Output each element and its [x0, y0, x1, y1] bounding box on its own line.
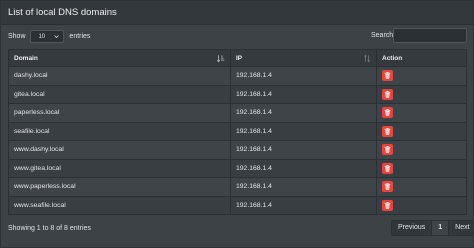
- entries-per-page-value: 10: [38, 34, 46, 40]
- column-header-action: Action: [376, 49, 467, 67]
- card-header: List of local DNS domains: [1, 1, 473, 25]
- dns-domains-table: Domain IP Action dashy.local 192.168.1.4…: [8, 49, 467, 215]
- delete-button[interactable]: [382, 107, 393, 119]
- trash-icon: [384, 127, 391, 135]
- action-cell: [376, 121, 467, 141]
- table-row: www.paperless.local 192.168.1.4: [8, 177, 467, 197]
- pagination-page-current[interactable]: 1: [431, 221, 450, 235]
- domain-cell: seafile.local: [8, 121, 231, 141]
- ip-cell: 192.168.1.4: [230, 177, 377, 197]
- length-prefix: Show: [8, 32, 26, 40]
- trash-icon: [384, 72, 391, 79]
- delete-button[interactable]: [382, 162, 393, 174]
- trash-icon: [384, 90, 391, 98]
- table-row: seafile.local 192.168.1.4: [8, 121, 467, 141]
- card-title: List of local DNS domains: [8, 7, 117, 18]
- trash-icon: [384, 183, 391, 190]
- domain-cell: dashy.local: [8, 66, 231, 86]
- delete-button[interactable]: [382, 181, 393, 193]
- trash-icon: [384, 164, 391, 172]
- chevron-down-icon: [54, 35, 60, 39]
- delete-button[interactable]: [382, 70, 393, 82]
- trash-icon: [384, 201, 391, 209]
- column-header-ip[interactable]: IP: [230, 49, 377, 67]
- sort-ascending-icon: [217, 55, 225, 63]
- ip-cell: 192.168.1.4: [230, 140, 377, 160]
- domain-cell: www.paperless.local: [8, 177, 231, 197]
- domain-cell: www.seafile.local: [8, 195, 231, 215]
- table-info: Showing 1 to 8 of 8 entries: [8, 225, 91, 232]
- domain-cell: www.gitea.local: [8, 158, 231, 178]
- action-cell: [376, 195, 467, 215]
- ip-cell: 192.168.1.4: [230, 84, 377, 104]
- table-row: www.gitea.local 192.168.1.4: [8, 158, 467, 178]
- domain-cell: paperless.local: [8, 103, 231, 123]
- column-header-domain[interactable]: Domain: [8, 49, 231, 67]
- sort-icon: [364, 54, 370, 63]
- length-control: Show 10 entries: [8, 30, 91, 43]
- pagination-next[interactable]: Next: [449, 221, 474, 235]
- pagination: Previous 1 Next: [391, 220, 474, 236]
- dns-domains-card: List of local DNS domains Show 10 entrie…: [0, 0, 474, 248]
- action-cell: [376, 140, 467, 160]
- table-row: www.dashy.local 192.168.1.4: [8, 140, 467, 160]
- trash-icon: [384, 146, 391, 153]
- search-input[interactable]: [393, 28, 467, 43]
- table-header-row: Domain IP Action: [8, 49, 467, 67]
- pagination-previous[interactable]: Previous: [392, 221, 431, 235]
- ip-cell: 192.168.1.4: [230, 158, 377, 178]
- ip-cell: 192.168.1.4: [230, 66, 377, 86]
- delete-button[interactable]: [382, 125, 393, 137]
- table-row: www.seafile.local 192.168.1.4: [8, 195, 467, 215]
- ip-cell: 192.168.1.4: [230, 195, 377, 215]
- action-cell: [376, 84, 467, 104]
- delete-button[interactable]: [382, 199, 393, 211]
- ip-cell: 192.168.1.4: [230, 121, 377, 141]
- delete-button[interactable]: [382, 144, 393, 156]
- table-row: dashy.local 192.168.1.4: [8, 66, 467, 86]
- length-suffix: entries: [69, 32, 91, 40]
- table-row: paperless.local 192.168.1.4: [8, 103, 467, 123]
- trash-icon: [384, 109, 391, 116]
- action-cell: [376, 177, 467, 197]
- search-label: Search:: [371, 32, 396, 39]
- domain-cell: gitea.local: [8, 84, 231, 104]
- action-cell: [376, 66, 467, 86]
- action-cell: [376, 158, 467, 178]
- entries-per-page-select[interactable]: 10: [30, 30, 65, 43]
- domain-cell: www.dashy.local: [8, 140, 231, 160]
- table-row: gitea.local 192.168.1.4: [8, 84, 467, 104]
- action-cell: [376, 103, 467, 123]
- ip-cell: 192.168.1.4: [230, 103, 377, 123]
- delete-button[interactable]: [382, 88, 393, 100]
